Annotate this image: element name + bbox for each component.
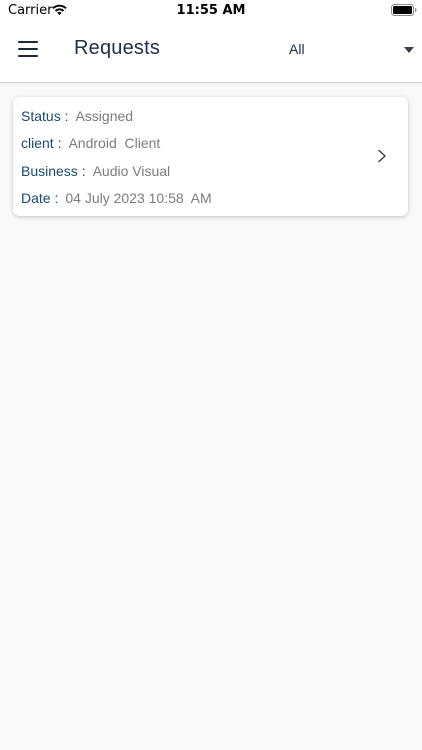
- date-row: Date : 04 July 2023 10:58 AM: [21, 190, 212, 206]
- filter-selected-value: All: [289, 41, 305, 57]
- date-label: Date :: [21, 190, 59, 206]
- caret-down-icon: [404, 47, 414, 53]
- client-row: client : Android Client: [21, 135, 160, 151]
- battery-icon: [391, 4, 417, 16]
- client-value: Android Client: [68, 135, 161, 151]
- app-header: Requests All: [0, 24, 422, 83]
- status-time: 11:55 AM: [176, 3, 246, 18]
- page-title: Requests: [74, 37, 161, 59]
- status-filter-dropdown[interactable]: All: [280, 38, 418, 62]
- client-label: client :: [21, 135, 62, 151]
- status-label: Status :: [21, 108, 69, 124]
- status-value: Assigned: [75, 108, 134, 124]
- chevron-right-icon: [378, 149, 386, 163]
- business-value: Audio Visual: [92, 163, 171, 179]
- status-row: Status : Assigned: [21, 108, 133, 124]
- request-card[interactable]: Status : Assigned client : Android Client …: [13, 97, 408, 216]
- business-row: Business : Audio Visual: [21, 163, 170, 179]
- business-label: Business :: [21, 163, 86, 179]
- hamburger-menu-icon[interactable]: [18, 40, 40, 58]
- date-value: 04 July 2023 10:58 AM: [65, 190, 212, 206]
- status-bar: Carrier 11:55 AM: [0, 0, 422, 24]
